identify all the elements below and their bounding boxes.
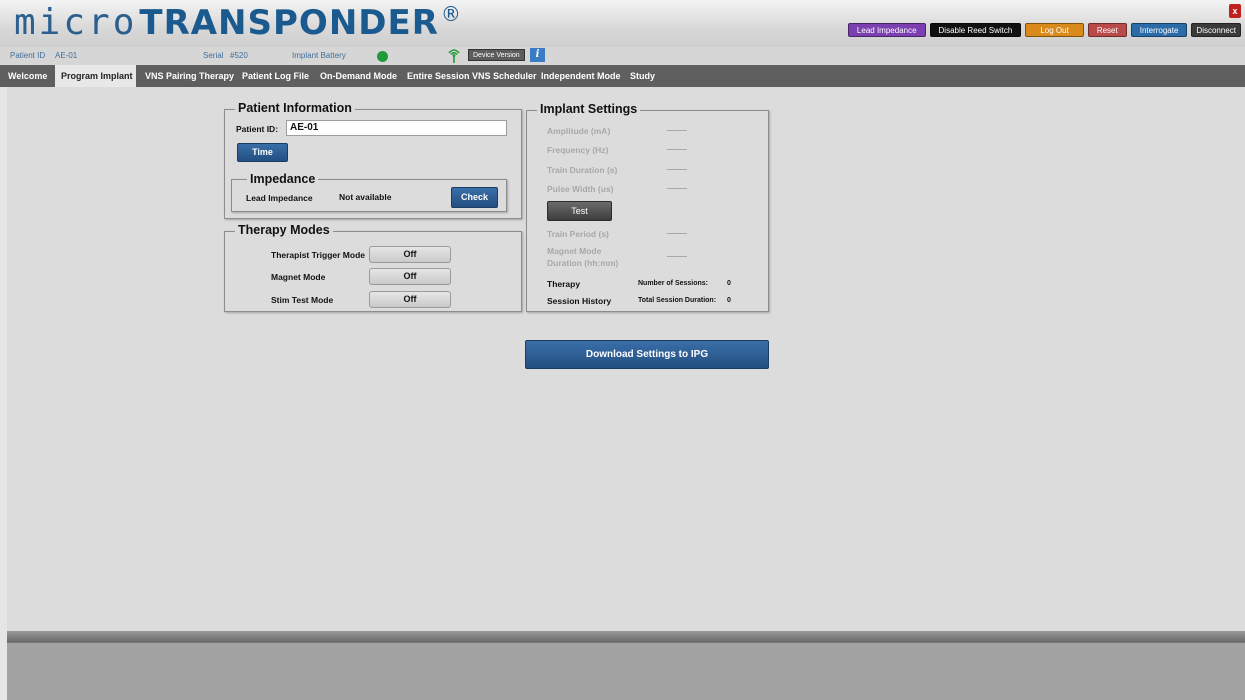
header-toolbar: Lead Impedance Disable Reed Switch Log O… [847, 23, 1241, 37]
lead-impedance-value: Not available [339, 192, 392, 202]
left-edge [0, 87, 7, 700]
signal-antenna-icon [448, 49, 460, 63]
info-icon[interactable]: i [530, 48, 545, 62]
main-nav: Welcome Program Implant VNS Pairing Ther… [0, 65, 1245, 87]
amplitude-value [667, 130, 687, 131]
impedance-title: Impedance [247, 172, 319, 186]
frequency-value [667, 149, 687, 150]
download-settings-button[interactable]: Download Settings to IPG [525, 340, 769, 369]
check-impedance-button[interactable]: Check [451, 187, 498, 208]
therapist-trigger-mode-label: Therapist Trigger Mode [271, 250, 365, 260]
reset-button[interactable]: Reset [1087, 23, 1127, 37]
tab-patient-log-file[interactable]: Patient Log File [242, 65, 309, 87]
test-button[interactable]: Test [547, 201, 612, 221]
footer-panel [7, 642, 1245, 700]
disable-reed-switch-button[interactable]: Disable Reed Switch [929, 23, 1022, 37]
train-period-value [667, 233, 687, 234]
pulse-width-label: Pulse Width (us) [547, 184, 614, 194]
device-version-button[interactable]: Device Version [468, 49, 525, 61]
tab-welcome[interactable]: Welcome [0, 65, 52, 87]
serial-value: #520 [230, 51, 248, 60]
total-session-duration-value: 0 [727, 297, 731, 304]
amplitude-label: Amplitude (mA) [547, 126, 611, 136]
magnet-mode-label: Magnet Mode [271, 272, 326, 282]
lead-impedance-label: Lead Impedance [246, 193, 313, 203]
patient-id-label: Patient ID [10, 51, 46, 60]
status-bar: Patient ID AE-01 Serial #520 Implant Bat… [0, 47, 1245, 65]
stim-test-mode-label: Stim Test Mode [271, 295, 334, 305]
serial-label: Serial [203, 51, 224, 60]
train-period-label: Train Period (s) [547, 229, 609, 239]
tab-program-implant[interactable]: Program Implant [55, 65, 136, 87]
implant-battery-label: Implant Battery [292, 51, 346, 60]
session-history-label: Session History [547, 296, 612, 306]
footer-divider [7, 631, 1245, 642]
frequency-label: Frequency (Hz) [547, 145, 609, 155]
magnet-mode-duration-value [667, 256, 687, 257]
logo-registered: ® [440, 2, 461, 26]
log-out-button[interactable]: Log Out [1025, 23, 1084, 37]
magnet-mode-duration-label-1: Magnet Mode [547, 246, 602, 256]
close-button[interactable]: x [1229, 4, 1241, 18]
logo-transponder: TRANSPONDER [139, 3, 439, 43]
disconnect-button[interactable]: Disconnect [1191, 23, 1241, 37]
time-button[interactable]: Time [237, 143, 288, 162]
magnet-mode-toggle[interactable]: Off [369, 268, 451, 285]
microtransponder-logo: micro TRANSPONDER ® [14, 2, 461, 44]
app-header: micro TRANSPONDER ® x Lead Impedance Dis… [0, 0, 1245, 47]
interrogate-button[interactable]: Interrogate [1130, 23, 1188, 37]
therapist-trigger-mode-toggle[interactable]: Off [369, 246, 451, 263]
pulse-width-value [667, 188, 687, 189]
tab-entire-session-vns-scheduler[interactable]: Entire Session VNS Scheduler [407, 65, 537, 87]
patient-id-value: AE-01 [55, 51, 78, 60]
tab-on-demand-mode[interactable]: On-Demand Mode [320, 65, 397, 87]
patient-id-input[interactable]: AE-01 [286, 120, 507, 136]
logo-micro: micro [14, 2, 138, 43]
stim-test-mode-toggle[interactable]: Off [369, 291, 451, 308]
therapy-label: Therapy [547, 279, 581, 289]
battery-status-icon [377, 51, 388, 62]
tab-study[interactable]: Study [630, 65, 655, 87]
train-duration-value [667, 169, 687, 170]
tab-vns-pairing-therapy[interactable]: VNS Pairing Therapy [145, 65, 234, 87]
patient-information-title: Patient Information [235, 101, 355, 115]
implant-settings-title: Implant Settings [537, 102, 641, 116]
train-duration-label: Train Duration (s) [547, 165, 618, 175]
therapy-modes-title: Therapy Modes [235, 223, 333, 237]
total-session-duration-label: Total Session Duration: [638, 297, 717, 304]
magnet-mode-duration-label-2: Duration (hh:mm) [547, 258, 619, 268]
patient-id-field-label: Patient ID: [236, 124, 279, 134]
lead-impedance-button[interactable]: Lead Impedance [847, 23, 926, 37]
tab-independent-mode[interactable]: Independent Mode [541, 65, 621, 87]
number-of-sessions-label: Number of Sessions: [638, 280, 709, 287]
number-of-sessions-value: 0 [727, 280, 731, 287]
